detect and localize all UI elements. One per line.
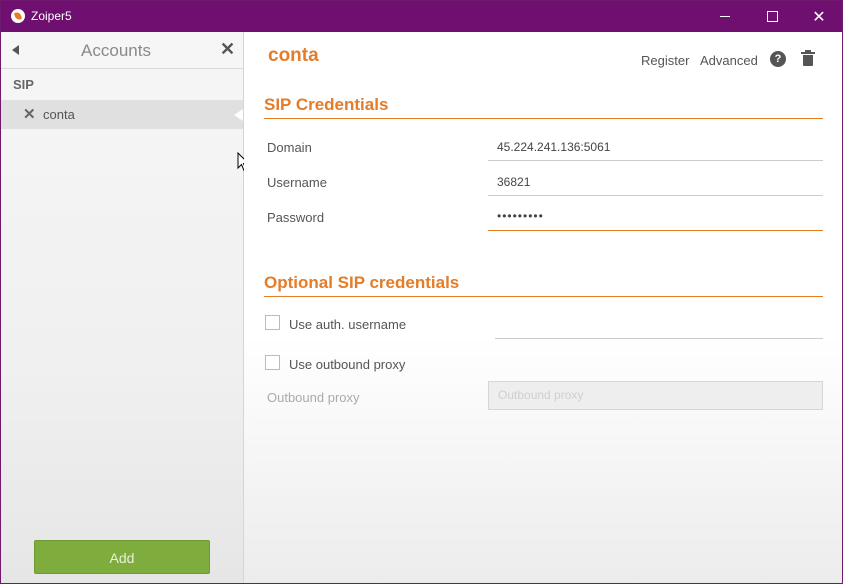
remove-account-icon[interactable]: ✕ bbox=[23, 105, 36, 123]
close-sidebar-icon[interactable]: ✕ bbox=[220, 39, 235, 60]
auth-username-underline bbox=[495, 338, 823, 339]
password-field[interactable]: ••••••••• bbox=[497, 209, 544, 223]
domain-label: Domain bbox=[267, 140, 312, 155]
optional-credentials-heading: Optional SIP credentials bbox=[264, 273, 460, 292]
close-window-button[interactable]: ✕ bbox=[796, 1, 842, 32]
username-underline bbox=[488, 195, 823, 196]
outbound-proxy-label: Outbound proxy bbox=[267, 390, 360, 405]
password-label: Password bbox=[267, 210, 325, 225]
sip-credentials-heading: SIP Credentials bbox=[264, 95, 389, 114]
section-divider bbox=[264, 118, 823, 119]
sidebar-header: Accounts ✕ bbox=[1, 32, 243, 69]
account-details-panel: conta Register Advanced ? SIP Credential… bbox=[244, 32, 842, 583]
username-field[interactable]: 36821 bbox=[497, 175, 530, 189]
maximize-button[interactable] bbox=[749, 1, 795, 32]
account-item-label: conta bbox=[43, 107, 75, 122]
sidebar-title: Accounts bbox=[81, 41, 151, 60]
trash-icon[interactable] bbox=[801, 50, 815, 66]
section-divider bbox=[264, 296, 823, 297]
outbound-proxy-check-label[interactable]: Use outbound proxy bbox=[289, 357, 405, 372]
account-title: conta bbox=[268, 45, 319, 66]
password-underline bbox=[488, 230, 823, 231]
app-window: Zoiper5 ✕ Accounts ✕ SIP ✕ conta Add con… bbox=[0, 0, 843, 584]
username-label: Username bbox=[267, 175, 327, 190]
domain-underline bbox=[488, 160, 823, 161]
outbound-proxy-input[interactable]: Outbound proxy bbox=[488, 381, 823, 410]
auth-username-checkbox[interactable] bbox=[265, 315, 280, 330]
minimize-button[interactable] bbox=[702, 1, 748, 32]
account-item-conta[interactable]: ✕ conta bbox=[1, 100, 243, 129]
title-bar[interactable]: Zoiper5 ✕ bbox=[1, 1, 842, 32]
help-icon[interactable]: ? bbox=[770, 51, 786, 67]
selection-pointer bbox=[234, 109, 243, 121]
advanced-link[interactable]: Advanced bbox=[700, 53, 758, 68]
register-link[interactable]: Register bbox=[641, 53, 689, 68]
accounts-sidebar: Accounts ✕ SIP ✕ conta Add bbox=[1, 32, 244, 583]
sip-section-label: SIP bbox=[13, 77, 34, 92]
auth-username-label[interactable]: Use auth. username bbox=[289, 317, 406, 332]
zoiper-logo-icon bbox=[11, 9, 25, 23]
domain-field[interactable]: 45.224.241.136:5061 bbox=[497, 140, 610, 154]
add-account-button[interactable]: Add bbox=[34, 540, 210, 574]
outbound-proxy-checkbox[interactable] bbox=[265, 355, 280, 370]
window-title: Zoiper5 bbox=[31, 9, 72, 23]
